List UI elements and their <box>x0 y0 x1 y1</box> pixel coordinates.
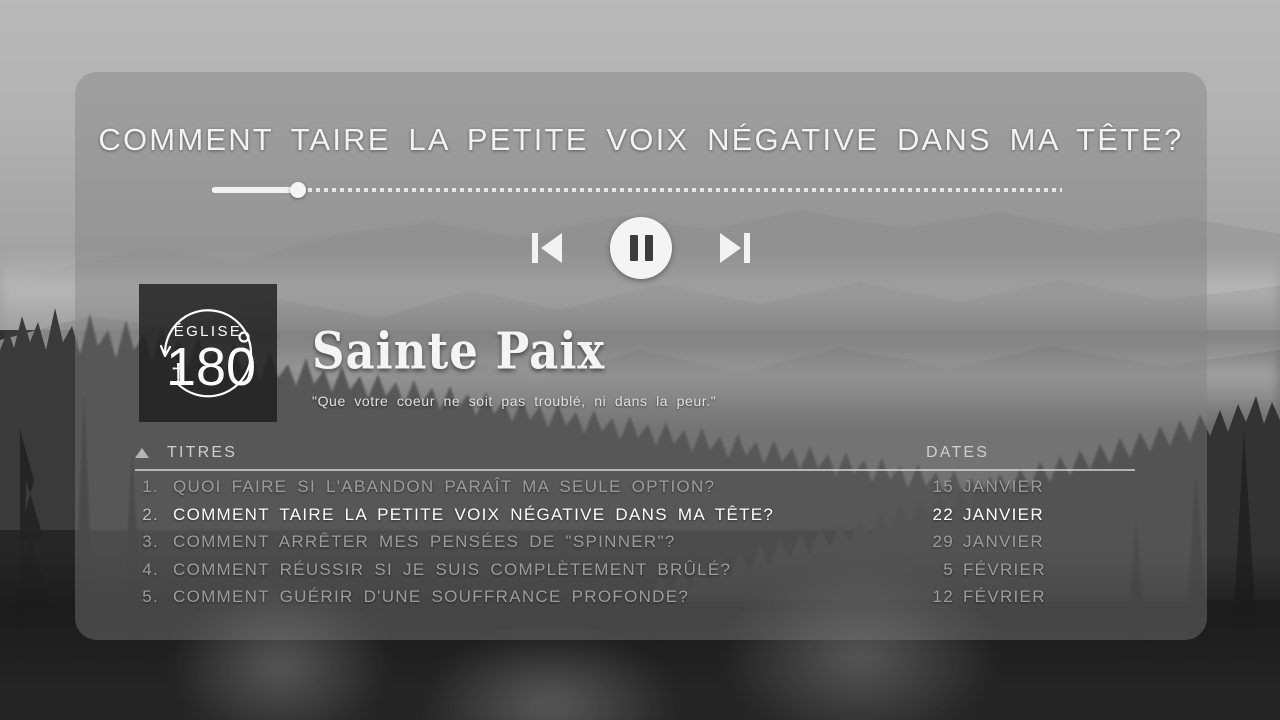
pause-icon-bar-right <box>644 235 653 261</box>
previous-track-icon <box>532 233 562 263</box>
eglise-180-logo-icon: ÉGLISE † 180 <box>159 309 256 398</box>
episode-row[interactable]: 5. COMMENT GUÉRIR D'UNE SOUFFRANCE PROFON… <box>135 587 1135 615</box>
brand-text-block: Sainte Paix "Que votre coeur ne soit pas… <box>312 284 716 409</box>
episode-row[interactable]: 1. QUOI FAIRE SI L'ABANDON PARAÎT MA SEUL… <box>135 477 1135 505</box>
episode-date-day: 15 <box>932 477 954 496</box>
media-player-panel: COMMENT TAIRE LA PETITE VOIX NÉGATIVE DA… <box>75 72 1207 640</box>
episode-date-month: FÉVRIER <box>963 559 1046 579</box>
episode-index: 2. <box>142 504 159 524</box>
church-logo: ÉGLISE † 180 <box>139 284 277 422</box>
episode-index: 4. <box>142 559 159 579</box>
episode-date: 22 JANVIER <box>920 505 1135 525</box>
episode-title[interactable]: COMMENT TAIRE LA PETITE VOIX NÉGATIVE DA… <box>173 505 920 525</box>
previous-track-button[interactable] <box>530 230 564 266</box>
episode-date: 29 JANVIER <box>920 532 1135 552</box>
next-track-button[interactable] <box>718 230 752 266</box>
episode-list-header: TITRES DATES <box>135 444 1135 471</box>
episode-date: 15 JANVIER <box>920 477 1135 497</box>
episode-row[interactable]: 3. COMMENT ARRÊTER MES PENSÉES DE "SPINNE… <box>135 532 1135 560</box>
episode-index: 3. <box>142 532 159 551</box>
episode-row[interactable]: 2. COMMENT TAIRE LA PETITE VOIX NÉGATIVE … <box>135 505 1135 533</box>
episode-date: 12 FÉVRIER <box>920 587 1135 607</box>
episode-date-month: JANVIER <box>963 532 1044 551</box>
series-title: Sainte Paix <box>312 321 606 381</box>
episode-date-day: 12 <box>932 587 954 606</box>
brand-row: ÉGLISE † 180 Sainte Paix "Que votre coeu… <box>139 284 716 422</box>
episode-date-month: JANVIER <box>963 477 1044 496</box>
episode-index: 5. <box>142 587 159 606</box>
series-quote: "Que votre coeur ne soit pas troublé, ni… <box>312 393 717 409</box>
column-header-dates[interactable]: DATES <box>920 444 1135 462</box>
episode-row[interactable]: 4. COMMENT RÉUSSIR SI JE SUIS COMPLÈTEMEN… <box>135 560 1135 588</box>
episode-title[interactable]: COMMENT GUÉRIR D'UNE SOUFFRANCE PROFONDE… <box>173 587 920 607</box>
episode-date-day: 29 <box>932 532 954 551</box>
episode-title[interactable]: COMMENT RÉUSSIR SI JE SUIS COMPLÈTEMENT … <box>173 560 920 580</box>
sort-ascending-icon[interactable] <box>135 448 149 458</box>
progress-track[interactable] <box>212 188 1062 192</box>
progress-bar[interactable] <box>212 182 1062 198</box>
pause-icon-bar-left <box>629 235 638 261</box>
episode-date-month: JANVIER <box>963 504 1044 524</box>
episode-date: 5 FÉVRIER <box>920 560 1135 580</box>
next-track-icon <box>720 233 750 263</box>
episode-index: 1. <box>142 477 159 496</box>
episode-date-day: 22 <box>932 504 954 524</box>
now-playing-title: COMMENT TAIRE LA PETITE VOIX NÉGATIVE DA… <box>98 122 1184 157</box>
episode-title[interactable]: QUOI FAIRE SI L'ABANDON PARAÎT MA SEULE … <box>173 477 920 497</box>
episode-date-day: 5 <box>943 559 954 579</box>
play-pause-button[interactable] <box>610 217 672 279</box>
progress-fill <box>212 187 297 193</box>
episode-title[interactable]: COMMENT ARRÊTER MES PENSÉES DE "SPINNER"… <box>173 532 920 552</box>
logo-number-text: 180 <box>166 337 256 397</box>
episode-date-month: FÉVRIER <box>963 587 1046 606</box>
transport-controls <box>75 217 1207 279</box>
progress-handle[interactable] <box>290 182 306 198</box>
column-header-titles[interactable]: TITRES <box>167 444 920 462</box>
episode-list: 1. QUOI FAIRE SI L'ABANDON PARAÎT MA SEUL… <box>135 477 1135 615</box>
